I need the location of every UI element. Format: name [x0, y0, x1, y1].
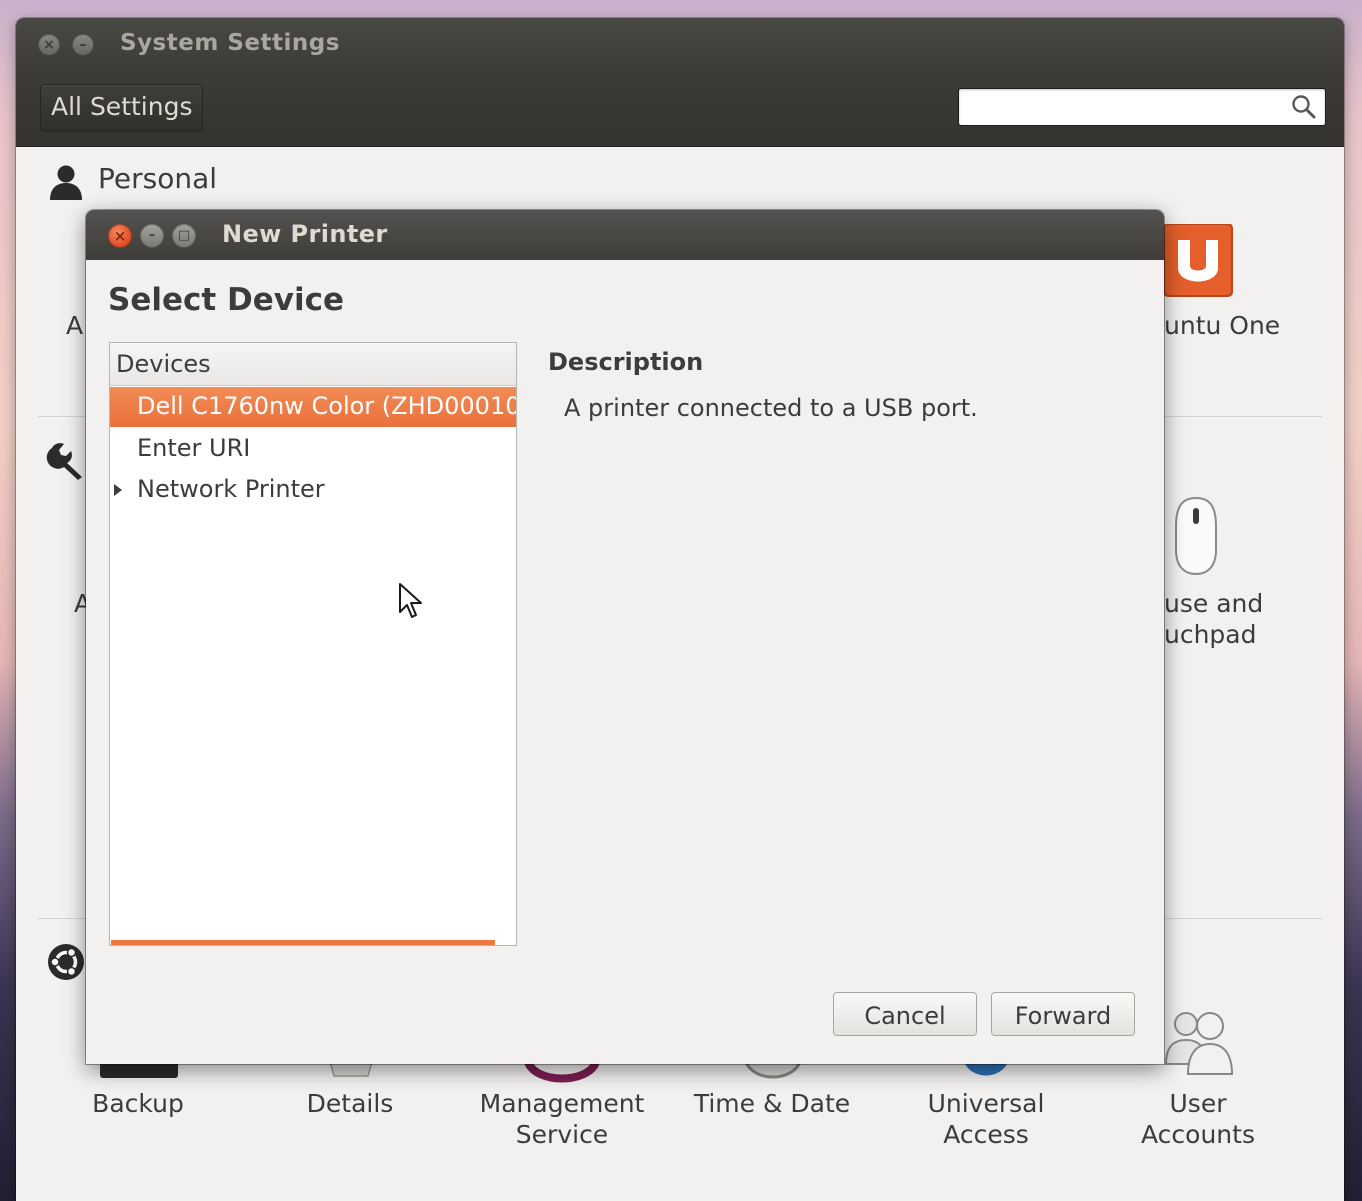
dialog-titlebar: × – □ New Printer — [86, 210, 1164, 260]
management-service-icon[interactable] — [522, 1062, 602, 1084]
search-icon — [1292, 95, 1316, 119]
window-title: System Settings — [120, 30, 340, 56]
ubuntu-one-icon[interactable] — [1164, 224, 1234, 298]
close-icon[interactable]: × — [38, 34, 60, 56]
devices-column-header[interactable]: Devices — [110, 343, 516, 386]
minimize-icon[interactable]: – — [72, 34, 94, 56]
system-item-management-service[interactable]: Management Service — [466, 1088, 658, 1150]
device-label: Enter URI — [137, 434, 251, 462]
user-accounts-icon[interactable] — [1162, 1002, 1238, 1078]
section-personal: Personal — [98, 162, 218, 195]
system-item-user-accounts[interactable]: User Accounts — [1116, 1088, 1280, 1150]
mouse-label-line2: uchpad — [1164, 620, 1257, 649]
horizontal-scrollbar[interactable] — [111, 940, 495, 945]
person-icon — [50, 165, 82, 200]
ubuntu-one-label[interactable]: untu One — [1164, 310, 1280, 341]
description-label: Description — [548, 348, 704, 376]
system-item-details[interactable]: Details — [290, 1088, 410, 1119]
system-item-universal-access[interactable]: Universal Access — [904, 1088, 1068, 1150]
details-icon[interactable] — [328, 1062, 374, 1080]
universal-access-icon[interactable] — [962, 1062, 1010, 1078]
backup-icon[interactable] — [100, 1064, 178, 1078]
device-row-dell[interactable]: Dell C1760nw Color (ZHD000109 — [110, 387, 516, 427]
devices-header-label: Devices — [116, 350, 211, 378]
ubuntu-system-icon — [48, 944, 84, 980]
forward-button[interactable]: Forward — [991, 992, 1135, 1036]
mouse-icon[interactable] — [1172, 496, 1220, 576]
description-text: A printer connected to a USB port. — [564, 394, 978, 422]
device-label: Network Printer — [137, 475, 325, 503]
close-icon[interactable]: × — [108, 224, 132, 248]
device-label: Dell C1760nw Color (ZHD000109 — [137, 392, 516, 420]
page-title: Select Device — [108, 282, 344, 318]
device-row-network-printer[interactable]: Network Printer — [110, 470, 516, 510]
devices-list[interactable]: Devices Dell C1760nw Color (ZHD000109 En… — [109, 342, 517, 946]
device-row-enter-uri[interactable]: Enter URI — [110, 429, 516, 469]
mouse-label-line1: use and — [1164, 589, 1264, 618]
maximize-icon[interactable]: □ — [172, 224, 196, 248]
cancel-button[interactable]: Cancel — [833, 992, 977, 1036]
dialog-title: New Printer — [222, 220, 388, 248]
minimize-icon[interactable]: – — [140, 224, 164, 248]
expander-arrow-icon[interactable] — [114, 484, 122, 496]
system-settings-toolbar: All Settings — [16, 72, 1344, 147]
wrench-icon — [46, 443, 82, 480]
all-settings-button[interactable]: All Settings — [40, 84, 204, 132]
system-settings-titlebar: × – System Settings — [16, 18, 1344, 72]
system-item-time-date[interactable]: Time & Date — [686, 1088, 858, 1119]
search-input[interactable] — [967, 93, 1271, 121]
mouse-pointer-icon — [399, 583, 422, 618]
partial-label: A — [66, 311, 84, 340]
search-field[interactable] — [958, 88, 1326, 126]
mouse-touchpad-label[interactable]: use and uchpad — [1164, 588, 1263, 650]
clock-icon[interactable] — [742, 1062, 804, 1082]
new-printer-dialog: × – □ New Printer Select Device Devices … — [86, 210, 1164, 1064]
system-item-backup[interactable]: Backup — [78, 1088, 198, 1119]
